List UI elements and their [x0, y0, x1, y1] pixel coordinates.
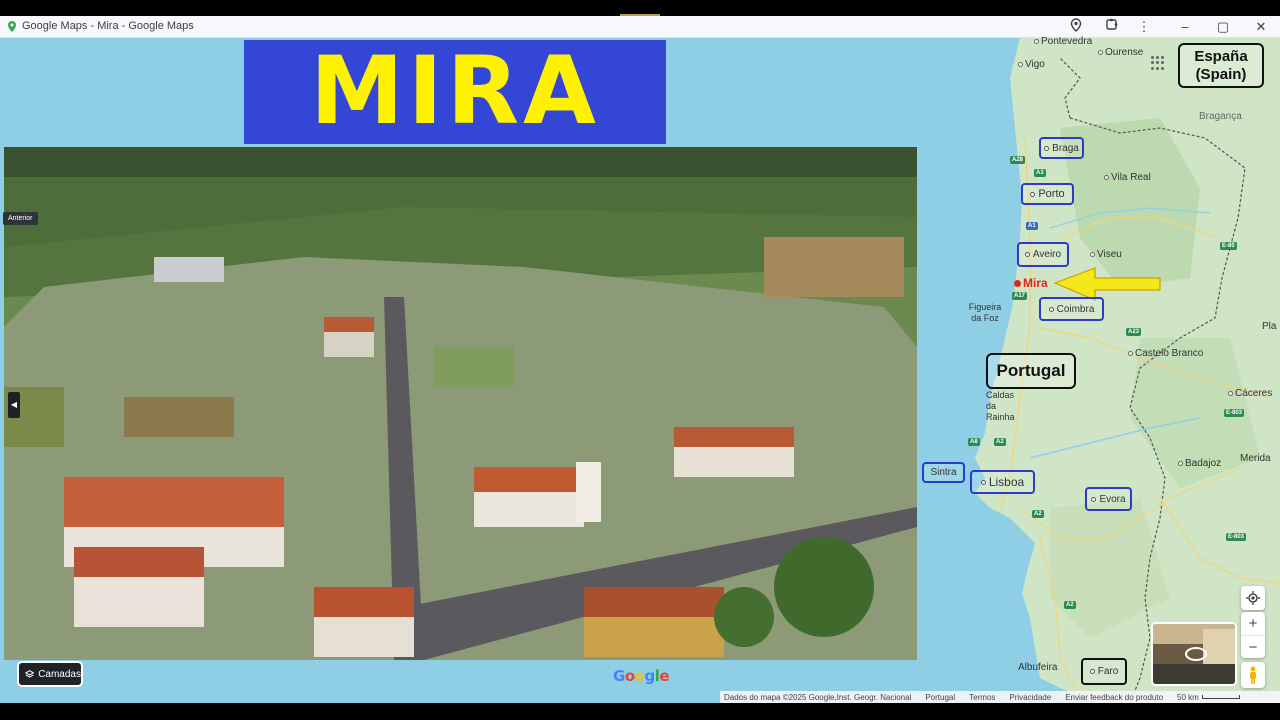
boxed-city-coimbra[interactable]: Coimbra [1039, 297, 1104, 321]
city-label[interactable]: Pontevedra [1034, 36, 1092, 47]
road-shield: A23 [1126, 328, 1142, 336]
close-button[interactable]: ✕ [1251, 18, 1271, 36]
road-shield: A2 [1064, 601, 1076, 609]
road-shield: A2 [994, 438, 1006, 446]
city-label[interactable]: Merida [1240, 453, 1271, 464]
pegman-button[interactable] [1241, 662, 1265, 688]
city-label[interactable]: Caldas da Rainha [986, 390, 1022, 423]
boxed-city-lisboa[interactable]: Lisboa [970, 470, 1035, 494]
boxed-city-aveiro[interactable]: Aveiro [1017, 242, 1069, 267]
location-icon[interactable] [1066, 18, 1086, 36]
more-menu-icon[interactable]: ⋮ [1134, 18, 1154, 36]
scale-bar[interactable]: 50 km [1177, 693, 1240, 702]
city-label[interactable]: Vila Real [1104, 172, 1151, 183]
bottom-black-bar [0, 703, 1280, 720]
zoom-out-button[interactable]: − [1241, 635, 1265, 658]
minimize-button[interactable]: – [1175, 18, 1195, 36]
road-shield: A1 [1026, 222, 1038, 230]
city-dot-icon [1024, 252, 1030, 257]
zoom-controls: + − [1241, 612, 1265, 658]
screen: Google Maps - Mira - Google Maps ⋮ – ▢ ✕ [0, 0, 1280, 720]
country-spain-label[interactable]: España (Spain) [1178, 43, 1264, 88]
boxed-city-braga[interactable]: Braga [1039, 137, 1084, 159]
city-label[interactable]: Albufeira [1018, 662, 1057, 673]
window-title: Google Maps - Mira - Google Maps [22, 20, 194, 32]
feedback-link[interactable]: Enviar feedback do produto [1065, 693, 1163, 702]
street-view-thumbnail[interactable] [1151, 622, 1237, 686]
top-black-bar [0, 0, 1280, 16]
city-label[interactable]: Viseu [1090, 249, 1122, 260]
city-label[interactable]: Castelo Branco [1128, 348, 1203, 359]
extension-icon[interactable] [1101, 18, 1121, 36]
boxed-city-evora[interactable]: Evora [1085, 487, 1132, 511]
city-dot-icon [980, 479, 986, 485]
road-shield: A28 [1010, 156, 1026, 164]
map-data-credit: Dados do mapa ©2025 Google,Inst. Geogr. … [724, 692, 912, 702]
maps-pin-icon [8, 21, 16, 32]
layers-button[interactable]: Camadas [17, 661, 83, 687]
city-label[interactable]: Bragança [1199, 111, 1242, 122]
pegman-icon [1250, 666, 1256, 684]
layers-icon [25, 669, 35, 678]
road-shield: E-80 [1220, 242, 1237, 250]
city-dot-icon [1044, 145, 1050, 151]
road-shield: A17 [1012, 292, 1028, 300]
country-portugal-label[interactable]: Portugal [986, 353, 1076, 389]
city-dot-icon [1048, 306, 1054, 312]
boxed-city-porto[interactable]: Porto [1021, 183, 1074, 205]
previous-label[interactable]: Anterior [3, 212, 38, 225]
zoom-in-button[interactable]: + [1241, 612, 1265, 635]
my-location-button[interactable] [1241, 586, 1265, 610]
title-banner: MIRA [244, 40, 666, 144]
road-shield: A8 [968, 438, 980, 446]
city-label[interactable]: Vigo [1018, 59, 1045, 70]
boxed-city-faro[interactable]: Faro [1081, 658, 1127, 685]
map-attribution-bar: Dados do mapa ©2025 Google,Inst. Geogr. … [720, 691, 1280, 703]
street-view-image [1153, 624, 1235, 684]
road-shield: E-803 [1224, 409, 1245, 417]
city-label[interactable]: Ourense [1098, 47, 1143, 58]
city-dot-icon [1098, 50, 1103, 55]
privacy-link[interactable]: Privacidade [1009, 693, 1051, 702]
crosshair-icon [1246, 591, 1260, 605]
city-dot-icon [1128, 351, 1133, 356]
city-label[interactable]: Cáceres [1228, 388, 1272, 399]
road-shield: A2 [1032, 510, 1044, 518]
city-dot-icon [1178, 461, 1183, 466]
apps-grid-icon[interactable] [1151, 56, 1165, 70]
red-pin-icon [1014, 279, 1021, 287]
mira-marker[interactable]: Mira [1014, 276, 1048, 290]
road-shield: E-803 [1226, 533, 1247, 541]
boxed-city-sintra[interactable]: Sintra [922, 462, 965, 483]
city-label[interactable]: Badajoz [1178, 458, 1221, 469]
maximize-button[interactable]: ▢ [1213, 18, 1233, 36]
aerial-town-image [4, 147, 917, 660]
aerial-photo[interactable] [4, 147, 917, 660]
city-dot-icon [1018, 62, 1023, 67]
road-shield: A3 [1034, 169, 1046, 177]
terms-link[interactable]: Termos [969, 693, 995, 702]
city-dot-icon [1228, 391, 1233, 396]
banner-text: MIRA [310, 37, 600, 146]
city-dot-icon [1089, 669, 1095, 674]
city-dot-icon [1090, 252, 1095, 257]
city-dot-icon [1034, 39, 1039, 44]
previous-arrow-button[interactable]: ◀ [8, 392, 20, 418]
city-label[interactable]: Figueira da Foz [964, 302, 1006, 324]
google-logo: Google [613, 667, 670, 685]
city-dot-icon [1104, 175, 1109, 180]
city-dot-icon [1091, 496, 1097, 502]
window-titlebar: Google Maps - Mira - Google Maps ⋮ – ▢ ✕ [0, 16, 1280, 38]
city-label[interactable]: Pla [1262, 321, 1276, 332]
country-link[interactable]: Portugal [925, 693, 955, 702]
city-dot-icon [1030, 191, 1036, 197]
